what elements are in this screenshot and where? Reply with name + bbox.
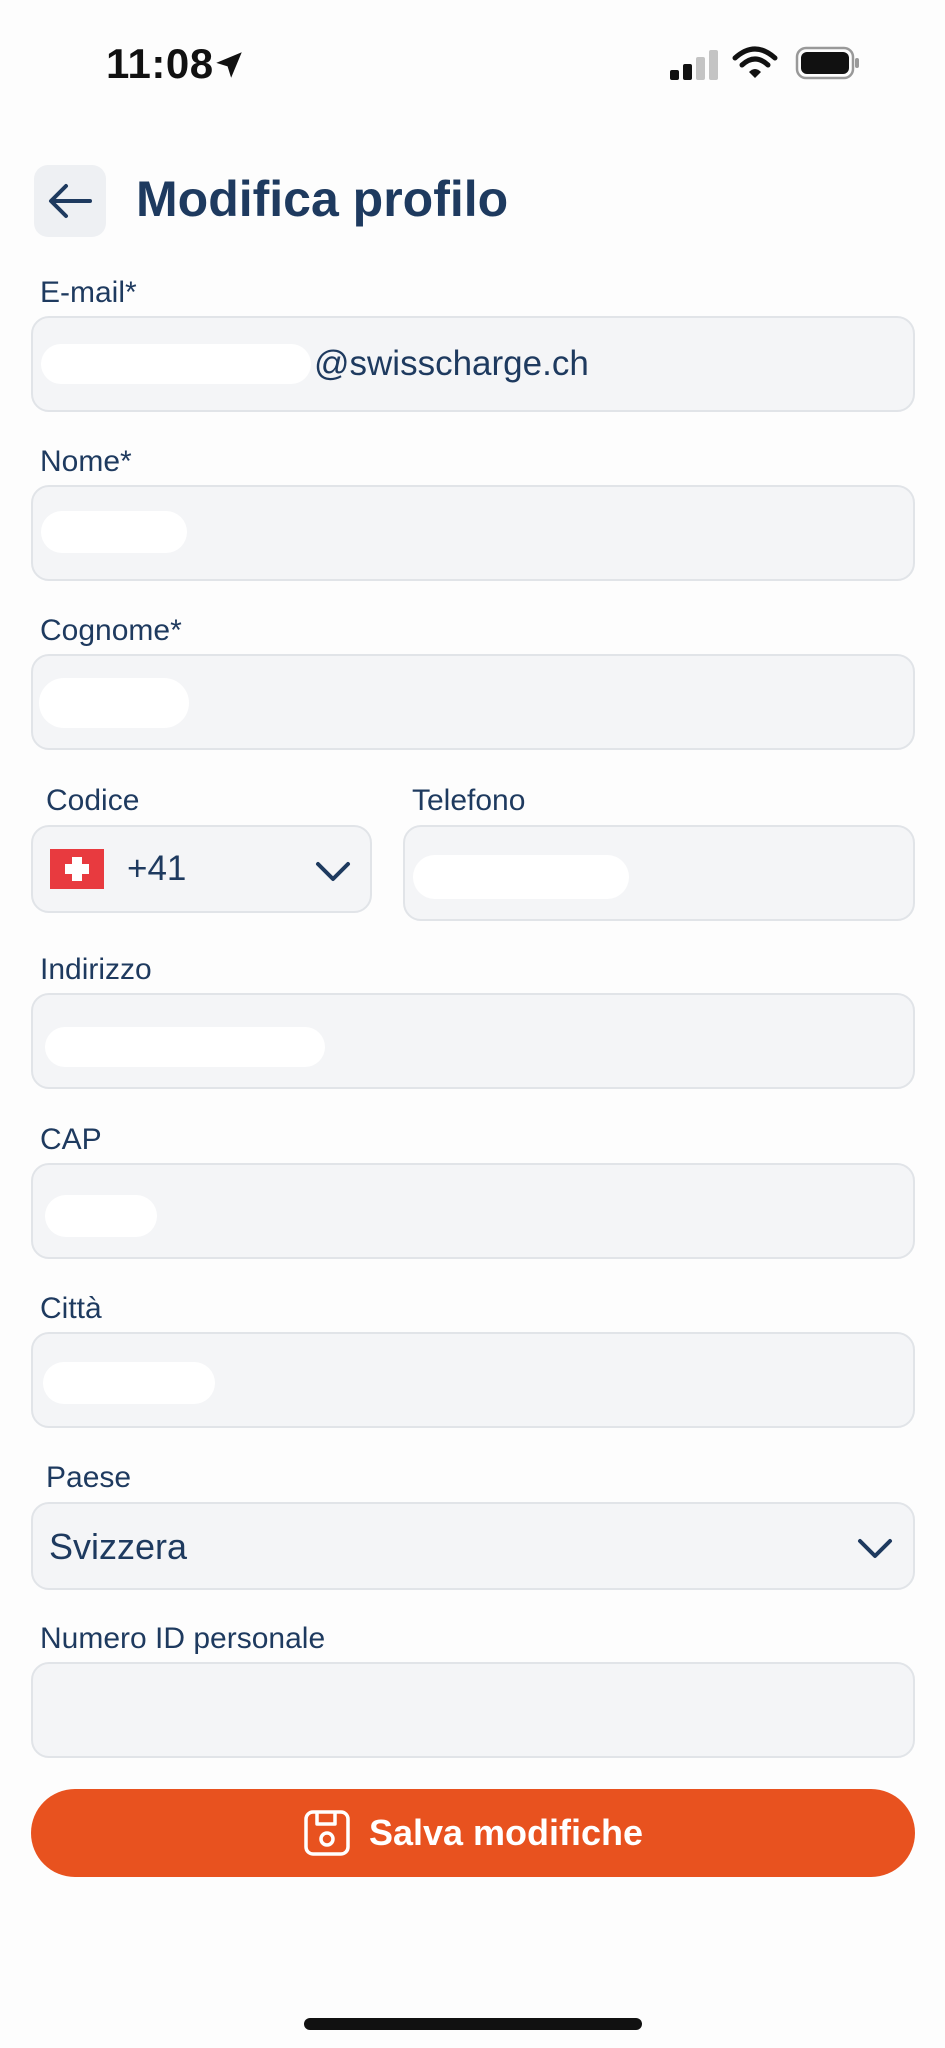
cap-field[interactable] [31, 1163, 915, 1259]
location-arrow-icon [216, 52, 242, 78]
chevron-down-icon [858, 1539, 892, 1558]
back-button[interactable] [34, 165, 106, 237]
numero-id-field[interactable] [31, 1662, 915, 1758]
nome-field[interactable] [31, 485, 915, 581]
email-label: E-mail* [40, 276, 137, 309]
paese-label: Paese [46, 1461, 132, 1494]
cognome-label: Cognome* [40, 614, 182, 647]
citta-field[interactable] [31, 1332, 915, 1428]
swiss-flag-icon [50, 849, 104, 889]
citta-label: Città [40, 1292, 102, 1325]
page-title: Modifica profilo [136, 171, 509, 227]
header: Modifica profilo [0, 160, 945, 240]
redacted-text [43, 1362, 215, 1404]
redacted-text [41, 511, 187, 553]
cap-label: CAP [40, 1123, 102, 1156]
save-button-label: Salva modifiche [368, 1812, 644, 1853]
status-time: 11:08 [106, 40, 214, 87]
signal-icon [670, 50, 718, 80]
redacted-text [413, 855, 629, 899]
save-button[interactable]: Salva modifiche [31, 1789, 915, 1877]
home-indicator[interactable] [304, 2018, 642, 2030]
wifi-icon [732, 46, 778, 78]
chevron-down-icon [316, 862, 350, 881]
floppy-disk-icon [304, 1810, 350, 1856]
nome-label: Nome* [40, 445, 132, 478]
redacted-text [45, 1027, 325, 1067]
redacted-text [45, 1195, 157, 1237]
back-arrow-icon [49, 184, 92, 218]
cognome-field[interactable] [31, 654, 915, 750]
indirizzo-field[interactable] [31, 993, 915, 1089]
telefono-label: Telefono [412, 784, 526, 817]
redacted-text [41, 344, 311, 384]
status-bar: 11:08 [0, 0, 945, 130]
country-code-value: +41 [127, 849, 187, 888]
telefono-field[interactable] [403, 825, 915, 921]
redacted-text [39, 678, 189, 728]
email-field[interactable]: @swisscharge.ch [31, 316, 915, 412]
battery-icon [795, 46, 859, 80]
country-code-select[interactable]: +41 [31, 825, 372, 913]
email-value: @swisscharge.ch [314, 344, 589, 383]
codice-label: Codice [46, 784, 140, 817]
numero-id-label: Numero ID personale [40, 1622, 326, 1655]
paese-select[interactable]: Svizzera [31, 1502, 915, 1590]
paese-value: Svizzera [49, 1526, 188, 1567]
indirizzo-label: Indirizzo [40, 953, 152, 986]
